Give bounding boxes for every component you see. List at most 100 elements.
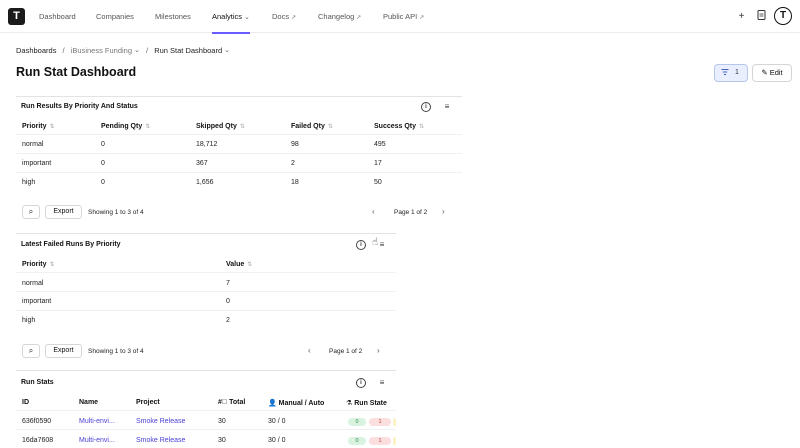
- column-header-success-qty[interactable]: Success Qty ⇅: [374, 123, 424, 130]
- nav-milestones[interactable]: Milestones: [155, 0, 191, 33]
- filter-button[interactable]: 1: [714, 64, 748, 82]
- hash-icon: #⃣: [218, 399, 230, 406]
- page-indicator: Page 1 of 2: [329, 348, 363, 355]
- edit-button[interactable]: ✎ Edit: [752, 64, 792, 82]
- cell-priority: high: [22, 317, 36, 324]
- cell-success: 17: [374, 160, 382, 167]
- chevron-down-icon: ⌄: [244, 14, 250, 21]
- cell-failed: 98: [291, 141, 299, 148]
- cell-skipped: 367: [196, 160, 208, 167]
- panel-title: Run Results By Priority And Status: [21, 103, 138, 110]
- column-header-skipped-qty[interactable]: Skipped Qty ⇅: [196, 123, 245, 130]
- chevron-left-icon[interactable]: ‹: [372, 207, 375, 216]
- cell-priority: important: [22, 160, 52, 167]
- info-icon[interactable]: i: [356, 378, 366, 388]
- sort-icon: ⇅: [49, 262, 55, 268]
- run-name-link[interactable]: Multi-envi...: [79, 437, 115, 444]
- column-header-name[interactable]: Name: [79, 399, 98, 406]
- cell-priority: normal: [22, 280, 44, 287]
- search-button[interactable]: ⌕: [22, 205, 40, 219]
- cell-priority: high: [22, 179, 36, 186]
- cell-skipped: 1,656: [196, 179, 214, 186]
- state-pill-failed: 1: [369, 418, 391, 426]
- chevron-down-icon: ⌄: [224, 47, 231, 55]
- filter-icon: [721, 68, 729, 78]
- column-header-manual-auto[interactable]: 👤 Manual / Auto: [268, 399, 324, 407]
- mouse-cursor-icon: ☝: [372, 237, 379, 248]
- run-name-link[interactable]: Multi-envi...: [79, 418, 115, 425]
- chevron-right-icon[interactable]: ›: [442, 207, 445, 216]
- showing-range: Showing 1 to 3 of 4: [88, 348, 144, 355]
- panel-title: Latest Failed Runs By Priority: [21, 241, 121, 248]
- column-header-failed-qty[interactable]: Failed Qty ⇅: [291, 123, 333, 130]
- breadcrumb-current-dashboard[interactable]: Run Stat Dashboard ⌄: [154, 45, 230, 55]
- cell-success: 495: [374, 141, 386, 148]
- info-icon[interactable]: i: [356, 240, 366, 250]
- cell-manual-auto: 30 / 0: [268, 437, 286, 444]
- row-divider: [16, 172, 462, 173]
- nav-analytics[interactable]: Analytics ⌄: [212, 0, 250, 34]
- project-link[interactable]: Smoke Release: [136, 418, 185, 425]
- search-icon: ⌕: [28, 207, 34, 216]
- export-button[interactable]: Export: [45, 344, 82, 358]
- page-indicator: Page 1 of 2: [394, 209, 428, 216]
- breadcrumb-company[interactable]: iBusiness Funding ⌄: [71, 45, 140, 55]
- cell-failed: 18: [291, 179, 299, 186]
- info-icon[interactable]: i: [421, 102, 431, 112]
- top-navigation: T Dashboard Companies Milestones Analyti…: [0, 0, 800, 34]
- breadcrumb-separator: /: [62, 45, 65, 55]
- panel-run-results: Run Results By Priority And Status i ≡ P…: [16, 96, 462, 230]
- cell-failed: 2: [291, 160, 295, 167]
- column-header-value[interactable]: Value ⇅: [226, 261, 252, 268]
- showing-range: Showing 1 to 3 of 4: [88, 209, 144, 216]
- menu-icon[interactable]: ≡: [442, 102, 452, 112]
- project-link[interactable]: Smoke Release: [136, 437, 185, 444]
- user-avatar[interactable]: T: [774, 7, 792, 25]
- cell-total: 30: [218, 437, 226, 444]
- row-divider: [16, 153, 462, 154]
- chevron-left-icon[interactable]: ‹: [308, 346, 311, 355]
- column-header-pending-qty[interactable]: Pending Qty ⇅: [101, 123, 150, 130]
- breadcrumb-dashboards[interactable]: Dashboards: [16, 46, 56, 55]
- cell-success: 50: [374, 179, 382, 186]
- column-header-priority[interactable]: Priority ⇅: [22, 261, 55, 268]
- column-header-priority[interactable]: Priority ⇅: [22, 123, 55, 130]
- nav-public-api[interactable]: Public API ↗: [383, 0, 424, 33]
- cell-id: 636f0590: [22, 418, 52, 425]
- row-divider: [16, 310, 396, 311]
- nav-companies[interactable]: Companies: [96, 0, 134, 33]
- nav-docs[interactable]: Docs ↗: [272, 0, 296, 33]
- document-icon[interactable]: [755, 10, 768, 23]
- column-header-id[interactable]: ID: [22, 399, 29, 406]
- breadcrumb-separator: /: [146, 45, 149, 55]
- run-icon: ⚗: [346, 400, 353, 407]
- row-divider: [16, 291, 396, 292]
- plus-icon[interactable]: +: [735, 10, 748, 23]
- cell-manual-auto: 30 / 0: [268, 418, 286, 425]
- chevron-right-icon[interactable]: ›: [377, 346, 380, 355]
- nav-dashboard[interactable]: Dashboard: [39, 0, 76, 33]
- cell-pending: 0: [101, 179, 105, 186]
- external-link-icon: ↗: [356, 15, 362, 21]
- app-logo[interactable]: T: [8, 8, 25, 25]
- pencil-icon: ✎: [761, 68, 768, 77]
- breadcrumb: Dashboards / iBusiness Funding ⌄ / Run St…: [16, 45, 230, 55]
- sort-icon: ⇅: [419, 124, 425, 130]
- column-header-project[interactable]: Project: [136, 399, 160, 406]
- search-button[interactable]: ⌕: [22, 344, 40, 358]
- column-header-run-state[interactable]: ⚗ Run State: [346, 399, 387, 407]
- column-header-total[interactable]: #⃣ Total: [218, 399, 245, 406]
- panel-title: Run Stats: [21, 379, 54, 386]
- cell-total: 30: [218, 418, 226, 425]
- state-pill-other: [393, 437, 396, 445]
- state-pill-passed: 0: [348, 418, 366, 426]
- menu-icon[interactable]: ≡: [377, 240, 387, 250]
- sort-icon: ⇅: [145, 124, 151, 130]
- cell-value: 0: [226, 298, 230, 305]
- person-icon: 👤: [268, 400, 277, 407]
- cell-id: 16da7608: [22, 437, 54, 444]
- export-button[interactable]: Export: [45, 205, 82, 219]
- sort-icon: ⇅: [247, 262, 253, 268]
- nav-changelog[interactable]: Changelog ↗: [318, 0, 361, 33]
- menu-icon[interactable]: ≡: [377, 378, 387, 388]
